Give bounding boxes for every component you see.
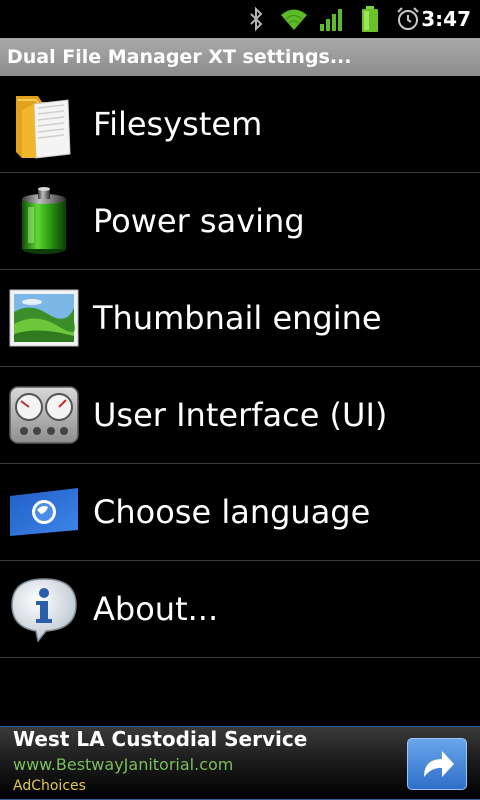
battery-icon	[362, 6, 378, 32]
settings-item-label: Power saving	[93, 202, 305, 240]
alarm-icon	[397, 7, 419, 30]
ad-banner[interactable]: West LA Custodial Service www.BestwayJan…	[0, 726, 480, 800]
settings-item-power-saving[interactable]: Power saving	[0, 173, 480, 270]
globe-icon	[10, 488, 78, 536]
settings-list: Filesystem Power saving Thumbnail engine…	[0, 76, 480, 658]
folder-icon	[16, 96, 71, 159]
settings-item-about[interactable]: About...	[0, 561, 480, 658]
settings-item-label: Filesystem	[93, 105, 263, 143]
ad-headline[interactable]: West LA Custodial Service	[13, 727, 307, 751]
share-arrow-icon	[424, 751, 454, 777]
settings-item-label: User Interface (UI)	[93, 396, 388, 434]
ad-open-button[interactable]	[407, 738, 467, 790]
status-bar: 3:47	[0, 0, 480, 38]
settings-item-thumbnail-engine[interactable]: Thumbnail engine	[0, 270, 480, 367]
image-icon	[9, 289, 79, 347]
settings-item-label: Thumbnail engine	[93, 299, 382, 337]
settings-item-user-interface[interactable]: User Interface (UI)	[0, 367, 480, 464]
title-bar: Dual File Manager XT settings...	[0, 38, 480, 76]
screen: 3:47 Dual File Manager XT settings... Fi…	[0, 0, 480, 800]
info-icon	[11, 578, 77, 643]
page-title: Dual File Manager XT settings...	[7, 46, 352, 68]
bluetooth-icon	[250, 6, 263, 32]
gauges-icon	[9, 386, 79, 444]
ad-url[interactable]: www.BestwayJanitorial.com	[13, 755, 233, 775]
settings-item-choose-language[interactable]: Choose language	[0, 464, 480, 561]
signal-icon	[320, 9, 342, 31]
settings-item-label: Choose language	[93, 493, 371, 531]
ad-choices-link[interactable]: AdChoices	[13, 777, 86, 795]
settings-item-label: About...	[93, 590, 219, 628]
battery-icon	[22, 187, 66, 254]
wifi-icon	[281, 9, 307, 30]
settings-item-filesystem[interactable]: Filesystem	[0, 76, 480, 173]
status-time: 3:47	[421, 7, 471, 31]
